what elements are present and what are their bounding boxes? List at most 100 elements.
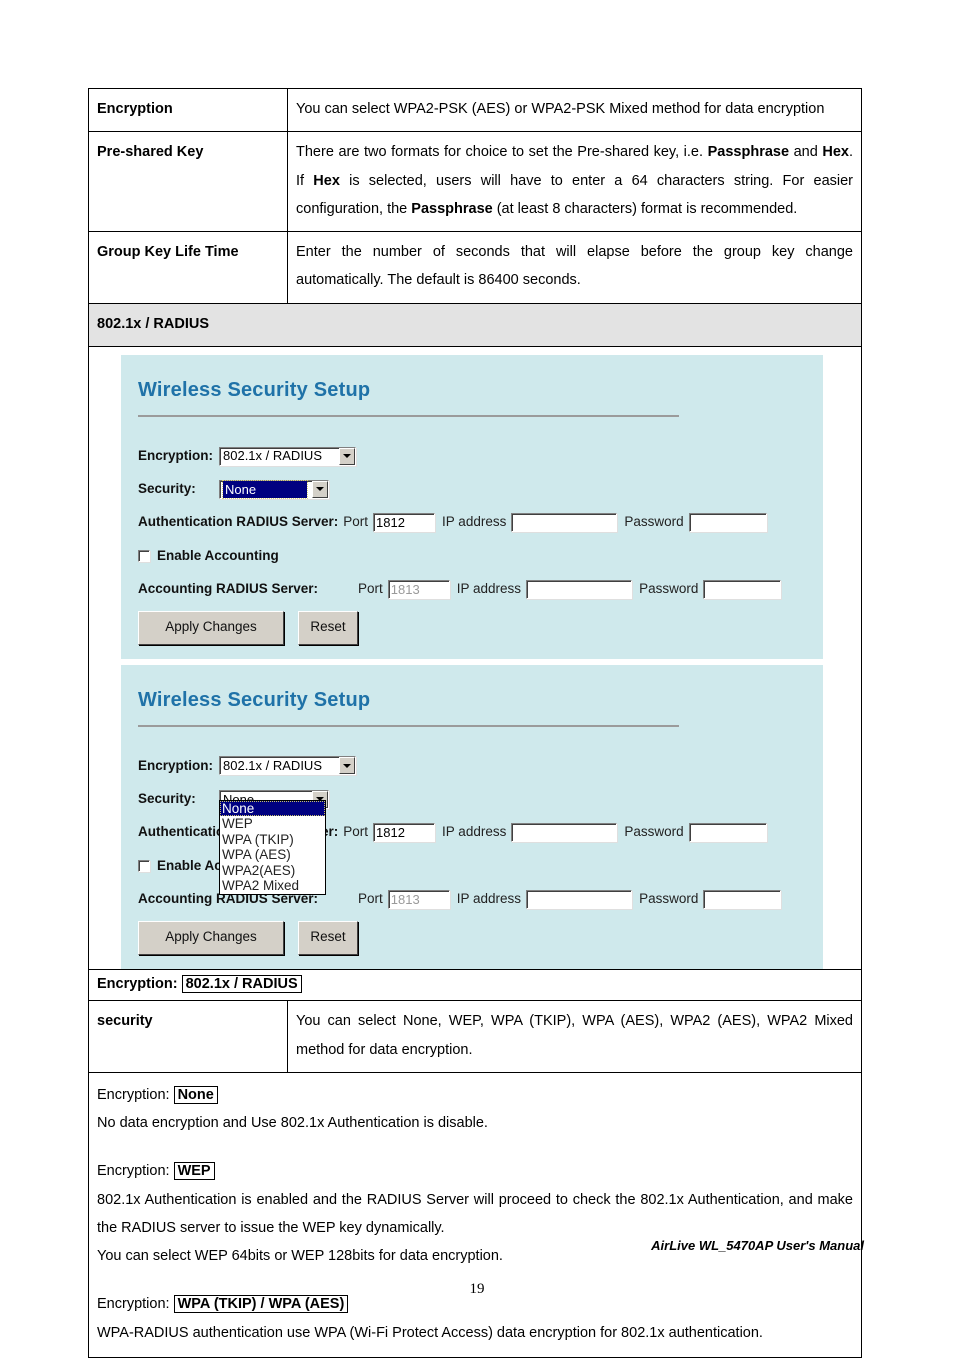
row-desc-group-key-life-time: Enter the number of seconds that will el… <box>287 231 862 304</box>
encryption-select[interactable]: 802.1x / RADIUS <box>219 756 356 776</box>
auth-password-input[interactable] <box>688 513 767 533</box>
title-divider <box>138 414 679 417</box>
auth-port-label: Port <box>343 514 369 530</box>
security-option-wpa-tkip[interactable]: WPA (TKIP) <box>220 832 325 848</box>
auth-ip-input[interactable] <box>511 513 618 533</box>
security-option-wep[interactable]: WEP <box>220 816 325 832</box>
encryption-caption-prefix: Encryption: <box>97 975 178 992</box>
apply-changes-button[interactable]: Apply Changes <box>138 921 284 955</box>
row-label-encryption: Encryption <box>88 87 288 133</box>
panel-title: Wireless Security Setup <box>138 378 371 401</box>
acct-password-label: Password <box>639 581 699 597</box>
row-label-group-key-life-time: Group Key Life Time <box>88 231 288 304</box>
encryption-wpa-body: WPA-RADIUS authentication use WPA (Wi-Fi… <box>97 1324 763 1341</box>
auth-ip-label: IP address <box>442 824 507 840</box>
encryption-none-body: No data encryption and Use 802.1x Authen… <box>97 1115 488 1132</box>
encryption-row: Encryption: 802.1x / RADIUS <box>138 443 823 469</box>
table-row-screenshots: Wireless Security Setup Encryption: 802.… <box>88 345 862 970</box>
acct-ip-label: IP address <box>456 890 522 906</box>
table-row: Encryption You can select WPA2-PSK (AES)… <box>88 87 862 133</box>
panel-buttons: Apply Changes Reset <box>138 611 823 645</box>
encryption-none-prefix: Encryption: <box>97 1086 170 1103</box>
acct-ip-input[interactable] <box>526 889 633 909</box>
auth-ip-input[interactable] <box>511 823 618 843</box>
chevron-down-icon[interactable] <box>339 757 355 775</box>
security-select[interactable]: None <box>219 479 329 499</box>
table-row: security You can select None, WEP, WPA (… <box>88 1000 862 1073</box>
acct-password-label: Password <box>639 890 699 906</box>
chevron-down-icon[interactable] <box>339 447 355 465</box>
auth-port-input[interactable]: 1812 <box>373 513 436 533</box>
acct-port-label: Port <box>358 581 383 597</box>
encryption-select-value: 802.1x / RADIUS <box>223 758 322 774</box>
apply-changes-button[interactable]: Apply Changes <box>138 611 284 645</box>
table-row-section: 802.1x / RADIUS <box>88 302 862 347</box>
security-label: Security: <box>138 481 196 497</box>
auth-ip-label: IP address <box>442 514 507 530</box>
encryption-wep-heading: Encryption: WEP <box>97 1157 853 1185</box>
row-label-security: security <box>88 1000 288 1073</box>
security-option-wpa2-aes[interactable]: WPA2(AES) <box>220 863 325 879</box>
panel-body: Encryption: 802.1x / RADIUS Security: No… <box>138 443 823 645</box>
acct-radius-server-label: Accounting RADIUS Server: <box>138 581 319 597</box>
encryption-wep-body-1: 802.1x Authentication is enabled and the… <box>97 1191 853 1236</box>
encryption-label: Encryption: <box>138 757 214 773</box>
acct-ip-label: IP address <box>456 581 522 597</box>
row-label-preshared-key: Pre-shared Key <box>88 131 288 233</box>
acct-radius-server-row: Accounting RADIUS Server: Port 1813 IP a… <box>138 576 823 602</box>
row-desc-encryption: You can select WPA2-PSK (AES) or WPA2-PS… <box>287 87 862 133</box>
title-divider <box>138 724 679 727</box>
row-desc-preshared-key: There are two formats for choice to set … <box>287 131 862 233</box>
enable-accounting-checkbox[interactable] <box>138 549 150 562</box>
encryption-wpa-value: WPA (TKIP) / WPA (AES) <box>173 1295 349 1314</box>
panel-title: Wireless Security Setup <box>138 688 371 711</box>
chevron-down-icon[interactable] <box>312 480 328 498</box>
encryption-row: Encryption: 802.1x / RADIUS <box>138 753 823 779</box>
encryption-none-value: None <box>173 1085 218 1104</box>
auth-radius-server-row: Authentication RADIUS Server: Port 1812 … <box>138 509 823 535</box>
auth-password-input[interactable] <box>688 823 767 843</box>
footer-manual-note: AirLive WL_5470AP User's Manual <box>651 1238 864 1253</box>
reset-button[interactable]: Reset <box>298 921 358 955</box>
security-select-value: None <box>222 479 308 499</box>
encryption-caption: Encryption: 802.1x / RADIUS <box>88 968 862 1002</box>
security-option-none[interactable]: None <box>220 800 325 817</box>
acct-port-label: Port <box>358 890 383 906</box>
enable-accounting-row[interactable]: Enable Accounting <box>138 543 823 569</box>
security-option-wpa-aes[interactable]: WPA (AES) <box>220 847 325 863</box>
wireless-security-setup-panel-2: Wireless Security Setup Encryption: 802.… <box>121 664 823 969</box>
auth-password-label: Password <box>624 824 684 840</box>
table-row-prose: Encryption: None No data encryption and … <box>88 1071 862 1358</box>
page-number: 19 <box>469 1281 485 1297</box>
auth-radius-server-label: Authentication RADIUS Server: <box>138 514 339 530</box>
acct-ip-input[interactable] <box>526 579 633 599</box>
table-row: Group Key Life Time Enter the number of … <box>88 231 862 304</box>
enable-accounting-checkbox[interactable] <box>138 859 150 872</box>
wireless-security-setup-panel-1: Wireless Security Setup Encryption: 802.… <box>121 354 823 659</box>
panel-buttons: Apply Changes Reset <box>138 921 823 955</box>
reset-button[interactable]: Reset <box>298 611 358 645</box>
encryption-wep-prefix: Encryption: <box>97 1163 170 1180</box>
panel-body: Encryption: 802.1x / RADIUS Security: No… <box>138 753 823 955</box>
auth-port-input[interactable]: 1812 <box>373 823 436 843</box>
screenshot-cell: Wireless Security Setup Encryption: 802.… <box>88 345 862 970</box>
security-option-wpa2-mixed[interactable]: WPA2 Mixed <box>220 878 325 894</box>
encryption-none-heading: Encryption: None <box>97 1081 853 1109</box>
section-heading-8021x-radius: 802.1x / RADIUS <box>88 302 862 347</box>
acct-port-input: 1813 <box>387 579 450 599</box>
acct-password-input[interactable] <box>703 889 782 909</box>
encryption-caption-value: 802.1x / RADIUS <box>181 974 302 993</box>
encryption-select[interactable]: 802.1x / RADIUS <box>219 446 356 466</box>
documentation-table: Encryption You can select WPA2-PSK (AES)… <box>88 87 862 1358</box>
security-options-list[interactable]: None WEP WPA (TKIP) WPA (AES) WPA2(AES) WPA2 … <box>219 799 326 895</box>
acct-password-input[interactable] <box>703 579 782 599</box>
security-label: Security: <box>138 791 196 807</box>
acct-port-input: 1813 <box>387 889 450 909</box>
encryption-wpa-prefix: Encryption: <box>97 1296 170 1313</box>
row-desc-security: You can select None, WEP, WPA (TKIP), WP… <box>287 1000 862 1073</box>
page: Encryption You can select WPA2-PSK (AES)… <box>0 0 954 1358</box>
prose-block: Encryption: None No data encryption and … <box>88 1071 862 1358</box>
table-row: Pre-shared Key There are two formats for… <box>88 131 862 233</box>
encryption-select-value: 802.1x / RADIUS <box>223 448 322 464</box>
encryption-label: Encryption: <box>138 447 214 463</box>
